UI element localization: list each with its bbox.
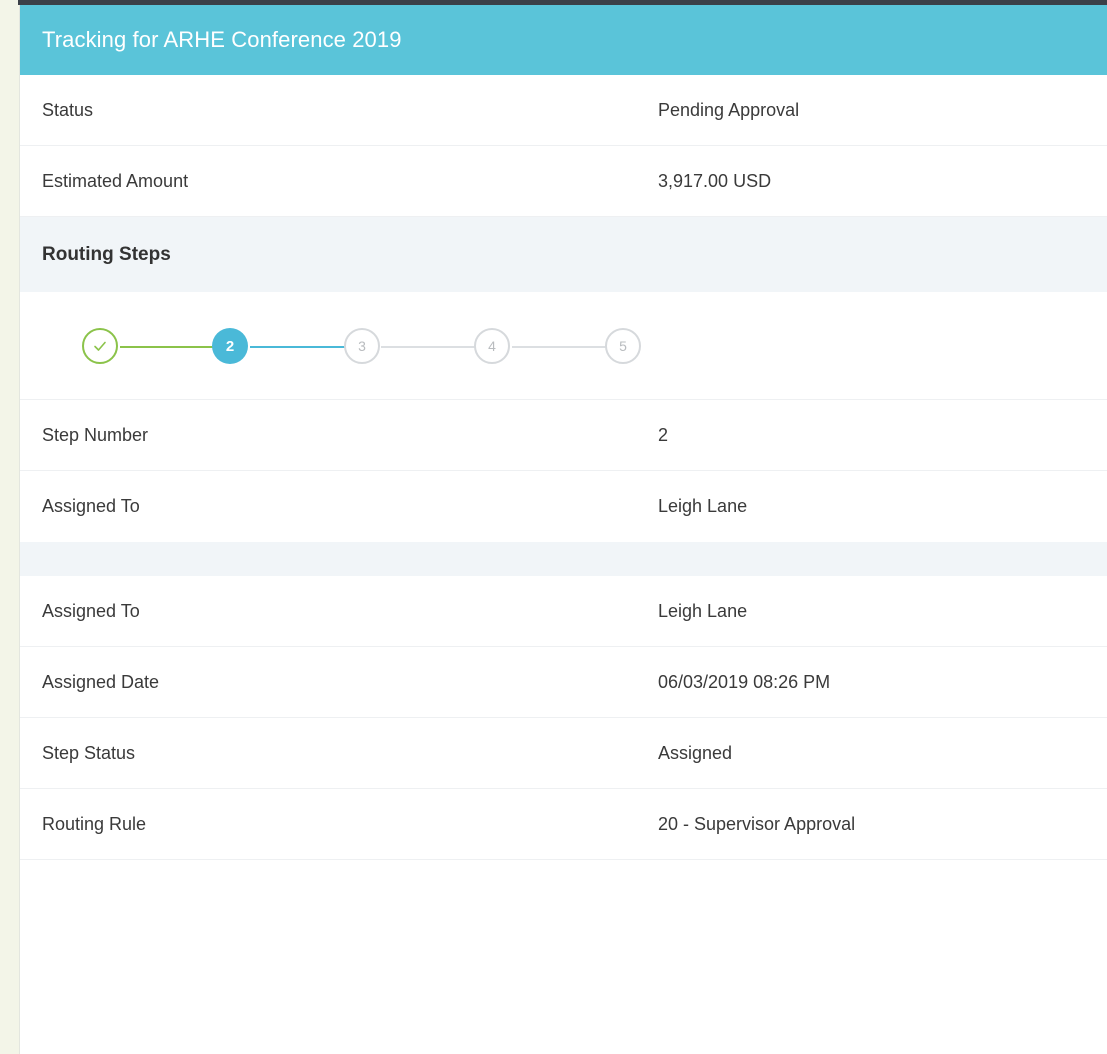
status-row: Status Pending Approval <box>20 75 1107 146</box>
routing-rule-value: 20 - Supervisor Approval <box>658 813 856 834</box>
status-label: Status <box>42 99 94 120</box>
step-number-label: Step Number <box>42 424 149 445</box>
assigned-to-label: Assigned To <box>42 600 140 621</box>
step-4[interactable]: 4 <box>474 328 510 364</box>
step-assigned-to-value: Leigh Lane <box>658 496 748 516</box>
step-2-label: 2 <box>225 337 235 355</box>
routing-steps-header: Routing Steps <box>20 217 1107 292</box>
step-3-label: 3 <box>358 338 366 354</box>
step-5[interactable]: 5 <box>605 328 641 364</box>
assigned-date-value: 06/03/2019 08:26 PM <box>658 671 831 692</box>
routing-rule-row: Routing Rule 20 - Supervisor Approval <box>20 789 1107 860</box>
routing-rule-label: Routing Rule <box>42 813 147 834</box>
assigned-date-label: Assigned Date <box>42 671 160 692</box>
step-status-row: Step Status Assigned <box>20 718 1107 789</box>
step-1-complete[interactable] <box>82 328 118 364</box>
step-number-value: 2 <box>658 424 669 445</box>
step-4-label: 4 <box>488 338 496 354</box>
estimated-amount-label: Estimated Amount <box>42 170 189 191</box>
step-status-label: Step Status <box>42 742 136 763</box>
assigned-to-value: Leigh Lane <box>658 600 748 621</box>
routing-steps-title: Routing Steps <box>42 243 171 265</box>
estimated-amount-value: 3,917.00 USD <box>658 170 772 191</box>
panel-header: Tracking for ARHE Conference 2019 <box>20 5 1107 75</box>
step-5-label: 5 <box>619 338 627 354</box>
step-number-row: Step Number 2 <box>20 400 1107 471</box>
step-assigned-to-label: Assigned To <box>42 496 140 516</box>
check-icon <box>92 338 108 354</box>
step-3[interactable]: 3 <box>344 328 380 364</box>
assigned-date-row: Assigned Date 06/03/2019 08:26 PM <box>20 647 1107 718</box>
routing-stepper: 2 3 4 5 <box>20 292 1107 400</box>
section-divider <box>20 542 1107 576</box>
panel-title: Tracking for ARHE Conference 2019 <box>42 27 402 52</box>
step-status-value: Assigned <box>658 742 733 763</box>
assigned-to-row: Assigned To Leigh Lane <box>20 576 1107 647</box>
status-value: Pending Approval <box>658 99 800 120</box>
tracking-panel: Tracking for ARHE Conference 2019 Status… <box>19 5 1107 1054</box>
estimated-amount-row: Estimated Amount 3,917.00 USD <box>20 146 1107 217</box>
step-assigned-to-row: Assigned To Leigh Lane <box>20 471 1107 542</box>
step-2-current[interactable]: 2 <box>212 328 248 364</box>
